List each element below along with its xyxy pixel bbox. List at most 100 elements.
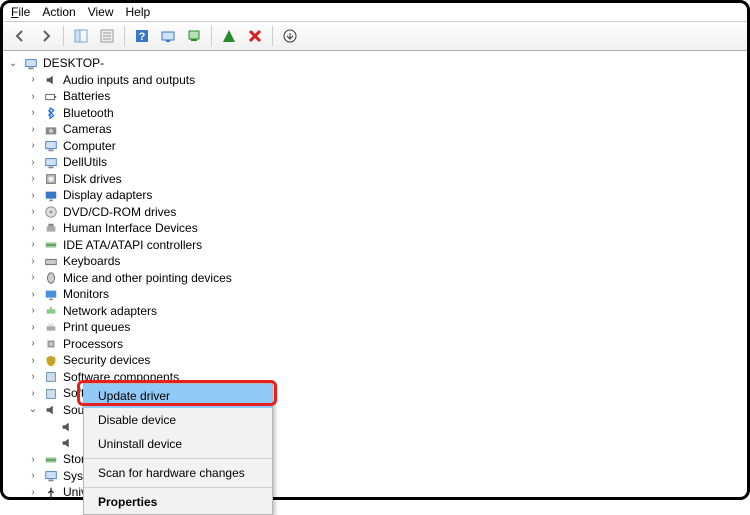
tree-item[interactable]: › Processors xyxy=(7,336,747,352)
context-update-driver[interactable]: Update driver xyxy=(84,384,272,408)
expander-icon[interactable]: › xyxy=(27,338,39,350)
expander-icon[interactable]: › xyxy=(27,124,39,136)
expander-icon[interactable]: › xyxy=(27,371,39,383)
scan-hardware-button[interactable] xyxy=(157,25,179,47)
speaker-icon xyxy=(59,435,75,451)
expander-icon[interactable]: › xyxy=(27,305,39,317)
expander-icon[interactable]: › xyxy=(27,107,39,119)
update-driver-button[interactable] xyxy=(183,25,205,47)
toolbar-separator xyxy=(124,26,125,46)
expander-icon[interactable]: › xyxy=(27,206,39,218)
battery-icon xyxy=(43,89,59,105)
tree-item[interactable]: › DVD/CD-ROM drives xyxy=(7,204,747,220)
show-hide-tree-button[interactable] xyxy=(70,25,92,47)
security-icon xyxy=(43,353,59,369)
expander-icon[interactable]: › xyxy=(27,74,39,86)
expander-icon[interactable]: › xyxy=(27,157,39,169)
tree-item[interactable]: ›Audio inputs and outputs xyxy=(7,72,747,88)
menu-view[interactable]: View xyxy=(88,5,114,19)
toolbar-separator xyxy=(272,26,273,46)
tree-item-label: IDE ATA/ATAPI controllers xyxy=(63,237,202,253)
cpu-icon xyxy=(43,336,59,352)
tree-item[interactable]: › Mice and other pointing devices xyxy=(7,270,747,286)
speaker-icon xyxy=(43,72,59,88)
network-icon xyxy=(43,303,59,319)
expander-icon[interactable]: › xyxy=(27,289,39,301)
bluetooth-icon xyxy=(43,105,59,121)
expander-icon[interactable]: ⌄ xyxy=(27,404,39,416)
expander-icon[interactable]: › xyxy=(27,388,39,400)
svg-text:?: ? xyxy=(139,31,146,43)
tree-item[interactable]: ›Display adapters xyxy=(7,188,747,204)
tree-item-label: Monitors xyxy=(63,286,109,302)
tree-item[interactable]: ›Network adapters xyxy=(7,303,747,319)
tree-item[interactable]: › Print queues xyxy=(7,320,747,336)
context-disable-device[interactable]: Disable device xyxy=(84,408,272,432)
tree-item[interactable]: › Cameras xyxy=(7,122,747,138)
tree-item-label: DellUtils xyxy=(63,154,107,170)
context-separator xyxy=(84,487,272,488)
expander-icon[interactable]: ⌄ xyxy=(7,58,19,70)
tree-item[interactable]: ›Bluetooth xyxy=(7,105,747,121)
expander-icon[interactable]: › xyxy=(27,487,39,499)
tree-item[interactable]: › Monitors xyxy=(7,287,747,303)
expander-icon[interactable]: › xyxy=(27,223,39,235)
expander-icon[interactable]: › xyxy=(27,256,39,268)
tree-item-label: Print queues xyxy=(63,319,130,335)
tree-item[interactable]: ›Keyboards xyxy=(7,254,747,270)
help-button[interactable]: ? xyxy=(131,25,153,47)
tree-item[interactable]: › IDE ATA/ATAPI controllers xyxy=(7,237,747,253)
tree-item-label: Cameras xyxy=(63,121,112,137)
tree-item-label: DVD/CD-ROM drives xyxy=(63,204,176,220)
context-uninstall-device[interactable]: Uninstall device xyxy=(84,432,272,456)
tree-root[interactable]: ⌄ DESKTOP- xyxy=(7,56,747,72)
usb-icon xyxy=(43,485,59,501)
down-button[interactable] xyxy=(279,25,301,47)
expander-icon[interactable]: › xyxy=(27,239,39,251)
tree-item-label: Batteries xyxy=(63,88,110,104)
tree-item-label: Security devices xyxy=(63,352,150,368)
expander-icon[interactable]: › xyxy=(27,91,39,103)
menu-action[interactable]: Action xyxy=(42,5,75,19)
tree-item[interactable]: › DellUtils xyxy=(7,155,747,171)
expander-icon[interactable]: › xyxy=(27,355,39,367)
expander-icon[interactable]: › xyxy=(27,454,39,466)
context-menu: Update driver Disable device Uninstall d… xyxy=(83,383,273,515)
enable-button[interactable] xyxy=(218,25,240,47)
toolbar-separator xyxy=(211,26,212,46)
speaker-icon xyxy=(43,402,59,418)
tree-item[interactable]: ›Disk drives xyxy=(7,171,747,187)
tree-item[interactable]: ›Human Interface Devices xyxy=(7,221,747,237)
speaker-icon xyxy=(59,419,75,435)
menu-file[interactable]: File xyxy=(11,5,30,19)
monitor-icon xyxy=(43,287,59,303)
context-properties[interactable]: Properties xyxy=(84,490,272,514)
menubar: File Action View Help xyxy=(3,3,747,22)
tree-item[interactable]: › Batteries xyxy=(7,89,747,105)
toolbar-separator xyxy=(63,26,64,46)
computer-icon xyxy=(43,155,59,171)
forward-button[interactable] xyxy=(35,25,57,47)
toolbar: ? xyxy=(3,22,747,51)
back-button[interactable] xyxy=(9,25,31,47)
properties-button[interactable] xyxy=(96,25,118,47)
expander-icon[interactable]: › xyxy=(27,190,39,202)
uninstall-button[interactable] xyxy=(244,25,266,47)
expander-icon[interactable]: › xyxy=(27,322,39,334)
tree-item[interactable]: › Computer xyxy=(7,138,747,154)
context-scan-hardware[interactable]: Scan for hardware changes xyxy=(84,461,272,485)
computer-icon xyxy=(43,138,59,154)
tree-item-label: Computer xyxy=(63,138,116,154)
expander-icon[interactable]: › xyxy=(27,173,39,185)
tree-item-label: Mice and other pointing devices xyxy=(63,270,232,286)
tree-item[interactable]: › Security devices xyxy=(7,353,747,369)
cd-icon xyxy=(43,204,59,220)
computer-icon xyxy=(43,468,59,484)
tree-item-label: Processors xyxy=(63,336,123,352)
expander-icon[interactable]: › xyxy=(27,140,39,152)
hid-icon xyxy=(43,221,59,237)
software-icon xyxy=(43,386,59,402)
expander-icon[interactable]: › xyxy=(27,272,39,284)
menu-help[interactable]: Help xyxy=(126,5,151,19)
expander-icon[interactable]: › xyxy=(27,470,39,482)
